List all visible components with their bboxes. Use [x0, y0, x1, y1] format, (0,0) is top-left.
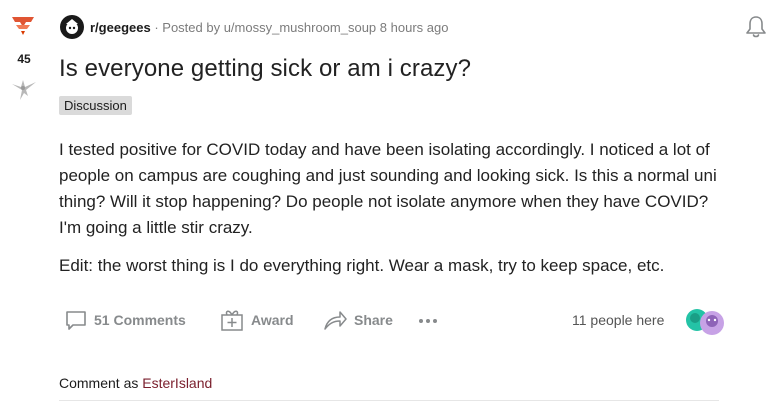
posted-by[interactable]: · Posted by u/mossy_mushroom_soup	[154, 20, 376, 35]
post-body: I tested positive for COVID today and ha…	[59, 137, 729, 291]
subreddit-avatar-icon[interactable]	[60, 15, 84, 39]
people-here-avatars[interactable]	[684, 306, 728, 336]
comments-label: 51 Comments	[94, 312, 186, 328]
post-time: 8 hours ago	[379, 20, 449, 35]
comments-button[interactable]: 51 Comments	[64, 304, 186, 336]
comment-box-top-border	[59, 400, 719, 401]
post-page: 45 r/geegees · Posted by u/mossy_mushroo…	[0, 0, 778, 403]
award-button[interactable]: Award	[219, 304, 294, 336]
award-icon	[221, 310, 243, 331]
post-title: Is everyone getting sick or am i crazy?	[59, 55, 472, 82]
post-meta: r/geegees · Posted by u/mossy_mushroom_s…	[90, 20, 448, 35]
people-here-count: 11 people here	[572, 312, 665, 328]
comment-as-label: Comment as EsterIsland	[59, 375, 212, 391]
post-actions-bar: 51 Comments Award Share 11 people here	[60, 304, 760, 336]
post-flair[interactable]: Discussion	[59, 96, 132, 115]
upvote-icon[interactable]	[10, 14, 36, 38]
comment-icon	[66, 311, 86, 330]
post-body-paragraph: I tested positive for COVID today and ha…	[59, 140, 717, 237]
comment-as-prefix: Comment as	[59, 375, 139, 391]
share-icon	[324, 311, 347, 330]
notification-bell-icon[interactable]	[743, 14, 769, 40]
award-label: Award	[251, 312, 294, 328]
share-button[interactable]: Share	[322, 304, 393, 336]
subreddit-link[interactable]: r/geegees	[90, 20, 151, 35]
post-body-paragraph: Edit: the worst thing is I do everything…	[59, 256, 665, 275]
downvote-icon[interactable]	[10, 76, 38, 104]
more-options-icon[interactable]	[418, 318, 438, 324]
vote-column: 45	[0, 0, 48, 403]
vote-score: 45	[17, 52, 31, 66]
share-label: Share	[354, 312, 393, 328]
comment-username-link[interactable]: EsterIsland	[142, 375, 212, 391]
